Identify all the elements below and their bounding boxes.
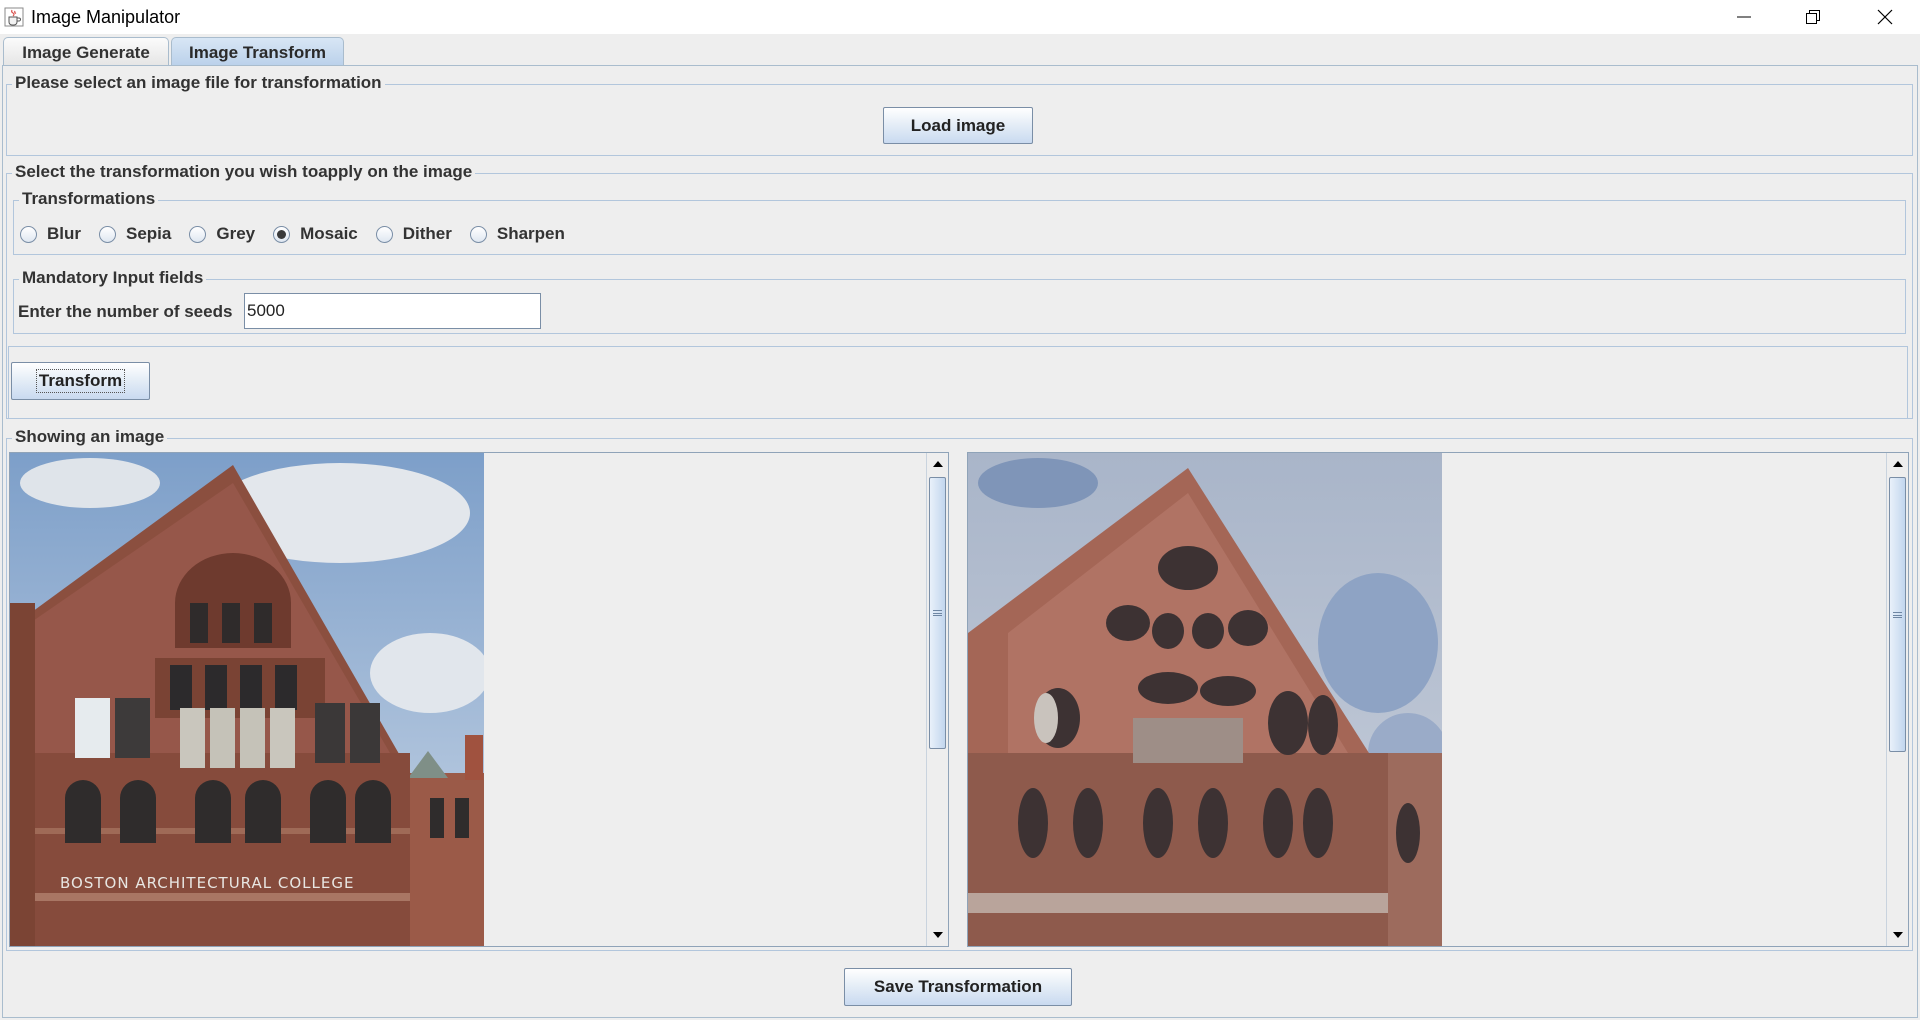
scroll-down-arrow-icon[interactable] <box>1887 924 1908 946</box>
radio-button-sharpen[interactable] <box>469 225 487 243</box>
radio-dither[interactable]: Dither <box>375 224 452 244</box>
scroll-grip-icon <box>933 610 942 616</box>
close-icon <box>1877 9 1893 25</box>
transformation-group-title: Select the transformation you wish toapp… <box>12 162 476 182</box>
original-image-scroll-thumb[interactable] <box>929 477 946 749</box>
window-title: Image Manipulator <box>31 7 181 27</box>
seeds-label: Enter the number of seeds <box>18 302 233 321</box>
transform-button-label: Transform <box>35 369 126 393</box>
close-button[interactable] <box>1850 0 1920 34</box>
radio-label-sepia: Sepia <box>126 224 172 243</box>
radio-button-mosaic[interactable] <box>273 225 291 243</box>
original-building-image: BOSTON ARCHITECTURAL COLLEGE <box>10 453 484 946</box>
radio-label-dither: Dither <box>402 224 452 243</box>
scroll-up-arrow-icon[interactable] <box>1887 453 1908 475</box>
radio-mosaic[interactable]: Mosaic <box>273 224 358 244</box>
original-image-scrollpane[interactable]: BOSTON ARCHITECTURAL COLLEGE <box>9 452 949 947</box>
radio-button-sepia[interactable] <box>99 225 116 243</box>
image-display-group-title: Showing an image <box>12 427 168 447</box>
radio-label-blur: Blur <box>47 224 81 243</box>
scroll-grip-icon <box>1893 611 1902 618</box>
minimize-icon <box>1737 16 1751 18</box>
scroll-up-arrow-icon[interactable] <box>927 453 948 475</box>
tab-image-transform[interactable]: Image Transform <box>171 37 344 67</box>
radio-label-sharpen: Sharpen <box>496 224 565 243</box>
restore-icon <box>1806 10 1820 24</box>
radio-grey[interactable]: Grey <box>189 224 255 244</box>
radio-blur[interactable]: Blur <box>20 224 81 244</box>
radio-sharpen[interactable]: Sharpen <box>469 224 565 244</box>
radio-sepia[interactable]: Sepia <box>99 224 171 244</box>
save-transformation-button[interactable]: Save Transformation <box>844 968 1072 1006</box>
mosaic-building-image <box>968 453 1442 946</box>
radio-label-grey: Grey <box>216 224 256 243</box>
seeds-input[interactable]: 5000 <box>244 293 541 329</box>
window-titlebar: Image Manipulator <box>0 0 1920 34</box>
original-image-vertical-scrollbar[interactable] <box>926 453 948 946</box>
transformed-image-scrollpane[interactable] <box>967 452 1909 947</box>
load-image-button[interactable]: Load image <box>883 107 1033 144</box>
radio-button-grey[interactable] <box>189 225 207 243</box>
java-cup-icon <box>4 7 24 27</box>
mandatory-input-group-title: Mandatory Input fields <box>19 268 207 288</box>
restore-button[interactable] <box>1778 0 1848 34</box>
transformations-radio-group: Blur Sepia Grey Mosaic Dither Sharpen <box>20 222 583 246</box>
radio-label-mosaic: Mosaic <box>300 224 358 243</box>
original-image-caption: BOSTON ARCHITECTURAL COLLEGE <box>60 874 354 892</box>
transformed-image-scroll-thumb[interactable] <box>1889 477 1906 752</box>
tab-strip: Image Generate Image Transform <box>0 34 1920 67</box>
radio-selected-dot <box>277 229 287 239</box>
radio-button-dither[interactable] <box>375 225 393 243</box>
transform-button[interactable]: Transform <box>11 362 150 400</box>
scroll-down-arrow-icon[interactable] <box>927 924 948 946</box>
tab-image-generate[interactable]: Image Generate <box>3 37 169 67</box>
transform-button-panel <box>8 346 1908 419</box>
transformed-image-vertical-scrollbar[interactable] <box>1886 453 1908 946</box>
load-image-group-title: Please select an image file for transfor… <box>12 73 385 93</box>
minimize-button[interactable] <box>1709 0 1779 34</box>
radio-button-blur[interactable] <box>20 225 37 243</box>
transformations-options-title: Transformations <box>19 189 159 209</box>
